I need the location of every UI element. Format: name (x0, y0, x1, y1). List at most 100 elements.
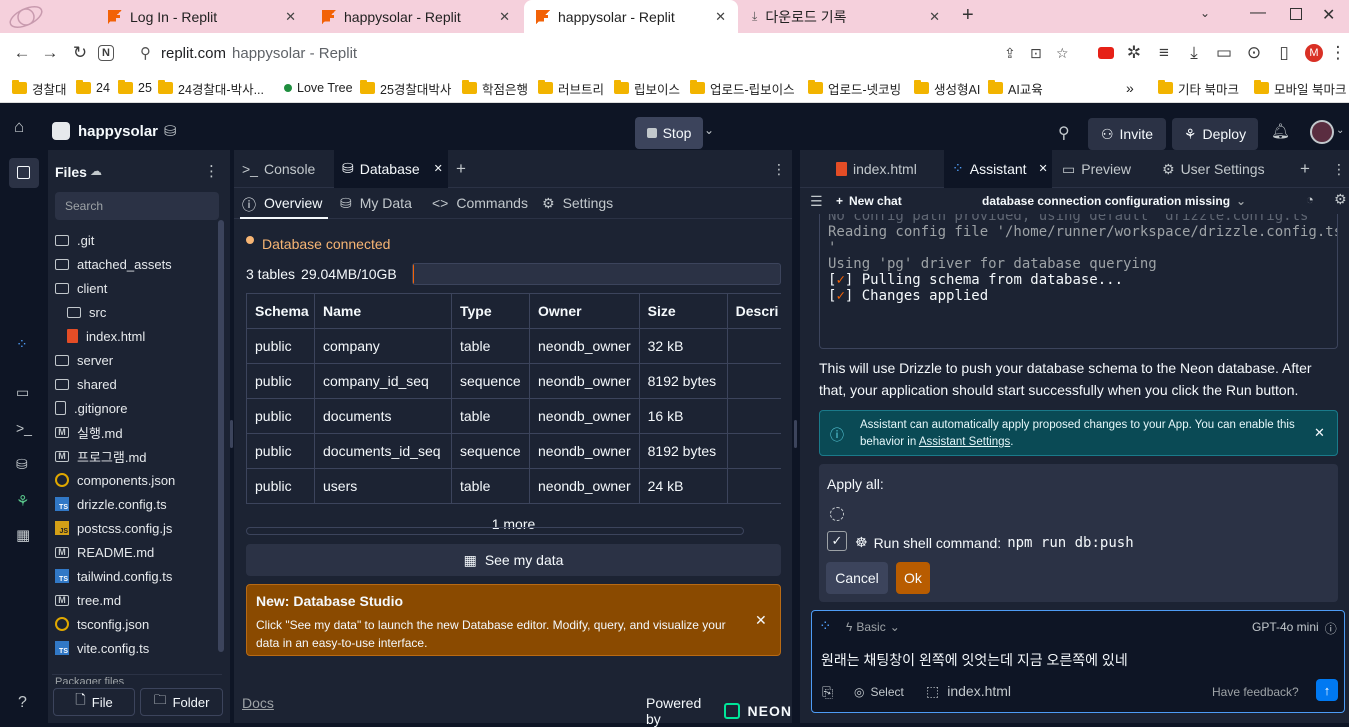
file-tree-item[interactable]: client (55, 276, 107, 300)
close-icon[interactable]: ✕ (1314, 425, 1325, 441)
bookmark-folder[interactable]: 경찰대 (12, 73, 67, 103)
bookmarks-overflow[interactable]: » (1126, 73, 1134, 103)
assistant-settings-link[interactable]: Assistant Settings (919, 436, 1010, 448)
bookmark-folder[interactable]: 모바일 북마크 (1254, 73, 1346, 103)
downloads-icon[interactable]: ⤓ (1182, 41, 1206, 65)
bookmark-folder[interactable]: 25경찰대박사 (360, 73, 451, 103)
chevron-down-icon[interactable]: ⌄ (1336, 125, 1344, 136)
more-options-icon[interactable]: ⋮ (204, 162, 219, 180)
docs-link[interactable]: Docs (242, 695, 274, 711)
bookmark-folder[interactable]: 생성형AI (914, 73, 980, 103)
bookmark-folder[interactable]: AI교육 (988, 73, 1043, 103)
speed-icon[interactable]: ◔ (1306, 192, 1314, 207)
mode-dropdown[interactable]: ϟ Basic ⌄ (846, 620, 900, 634)
invite-button[interactable]: ⚇ Invite (1088, 118, 1166, 150)
tab-index-html[interactable]: index.html (828, 150, 944, 188)
column-header[interactable]: Schema (246, 293, 315, 329)
tab-assistant[interactable]: ⁘ Assistant ✕ (944, 150, 1052, 188)
horizontal-scrollbar[interactable] (246, 527, 744, 535)
back-icon[interactable]: ← (10, 41, 34, 65)
file-tree-item[interactable]: M README.md (55, 540, 154, 564)
select-element-button[interactable]: ◎ Select (854, 685, 904, 699)
new-chat-button[interactable]: + New chat (836, 194, 902, 208)
file-tree-item[interactable]: TS vite.config.ts (55, 636, 149, 660)
sync-icon[interactable]: ☁ (90, 164, 102, 178)
file-tree-item[interactable]: TS tailwind.config.ts (55, 564, 172, 588)
apply-all-checkbox[interactable] (830, 507, 844, 521)
chevron-down-icon[interactable]: ⌄ (704, 123, 714, 137)
more-options-icon[interactable]: ⋮ (1324, 150, 1349, 188)
files-tool-button[interactable] (9, 158, 39, 188)
avatar[interactable]: M (1302, 41, 1326, 65)
youtube-ext-icon[interactable] (1094, 41, 1118, 65)
file-tree-item[interactable]: server (55, 348, 113, 372)
install-icon[interactable]: ⊡ (1030, 45, 1042, 62)
column-header[interactable]: Owner (529, 293, 640, 329)
close-icon[interactable]: ✕ (929, 9, 940, 25)
bookmark-folder[interactable]: 24 (76, 73, 110, 103)
share-icon[interactable]: ⇪ (1004, 45, 1016, 62)
attach-icon[interactable]: ⎘ (822, 684, 833, 701)
bookmark-folder[interactable]: 러브트리 (538, 73, 604, 103)
close-icon[interactable]: ✕ (715, 9, 726, 25)
close-icon[interactable]: ✕ (434, 162, 443, 175)
chat-title-dropdown[interactable]: database connection configuration missin… (982, 194, 1246, 208)
cast-icon[interactable]: ▭ (1212, 41, 1236, 65)
feedback-link[interactable]: Have feedback? (1212, 685, 1299, 699)
tab-console[interactable]: >_ Console (234, 150, 334, 188)
table-row[interactable]: public documents_id_seq sequence neondb_own… (246, 433, 781, 469)
new-tab-icon[interactable]: + (962, 4, 974, 27)
browser-tab-happysolar-2[interactable]: happysolar - Replit ✕ (524, 0, 738, 33)
reading-list-icon[interactable]: ≡ (1152, 41, 1176, 65)
tab-preview[interactable]: ▭ Preview (1054, 150, 1139, 188)
help-icon[interactable]: ? (18, 694, 27, 712)
tab-search-icon[interactable]: ⌄ (1200, 6, 1210, 20)
close-icon[interactable]: ✕ (285, 9, 296, 25)
panel-resize-handle[interactable] (794, 420, 797, 448)
see-my-data-button[interactable]: ▦ See my data (246, 544, 781, 576)
tab-database[interactable]: ⛁ Database ✕ (334, 150, 448, 188)
browser-tab-downloads[interactable]: ⤓ 다운로드 기록 ✕ (740, 0, 952, 33)
deploy-button[interactable]: ⚘ Deploy (1172, 118, 1258, 150)
bookmark-folder[interactable]: 25 (118, 73, 152, 103)
browser-tab-login[interactable]: Log In - Replit ✕ (96, 0, 308, 33)
database-icon[interactable]: ⛁ (164, 122, 177, 140)
agent-icon[interactable]: ⁘ (16, 336, 28, 353)
more-options-icon[interactable]: ⋮ (764, 150, 794, 188)
browser-tab-happysolar-1[interactable]: happysolar - Replit ✕ (310, 0, 522, 33)
extensions-icon[interactable]: ✲ (1122, 41, 1146, 65)
file-tree-item[interactable]: .git (55, 228, 94, 252)
send-button[interactable]: ↑ (1316, 679, 1338, 701)
add-folder-button[interactable]: 🗀︎ Folder (140, 688, 223, 716)
tab-user-settings[interactable]: ⚙ User Settings (1154, 150, 1273, 188)
table-row[interactable]: public company table neondb_owner 32 kB (246, 328, 781, 364)
file-tree-item[interactable]: components.json (55, 468, 175, 492)
all-tools-icon[interactable]: ▦ (16, 526, 30, 544)
file-tree-item[interactable]: src (67, 300, 106, 324)
close-icon[interactable]: ✕ (1039, 162, 1048, 175)
subtab-settings[interactable]: ⚙ Settings (542, 195, 613, 212)
file-tree-item[interactable]: shared (55, 372, 117, 396)
site-info-icon[interactable]: ⚲ (140, 44, 151, 62)
shell-icon[interactable]: >_ (16, 420, 32, 436)
forward-icon[interactable]: → (38, 41, 62, 65)
cancel-button[interactable]: Cancel (826, 562, 888, 594)
table-row[interactable]: public company_id_seq sequence neondb_owner… (246, 363, 781, 399)
panel-resize-handle[interactable] (230, 420, 233, 448)
bookmark-folder[interactable]: 학점은행 (462, 73, 528, 103)
file-tree-item[interactable]: .gitignore (55, 396, 127, 420)
extension-n-icon[interactable]: N (98, 45, 114, 61)
subtab-overview[interactable]: ⓘ Overview (242, 195, 322, 215)
bookmark-star-icon[interactable]: ☆ (1056, 45, 1069, 62)
project-name[interactable]: happysolar (78, 123, 158, 140)
gear-icon[interactable]: ⚙ (1334, 191, 1347, 208)
scrollbar[interactable] (218, 220, 224, 652)
file-tree-item[interactable]: attached_assets (55, 252, 172, 276)
subtab-commands[interactable]: <> Commands (432, 195, 528, 211)
file-tree-item[interactable]: TS drizzle.config.ts (55, 492, 167, 516)
stop-button[interactable]: Stop (635, 117, 703, 149)
preview-icon[interactable]: ▭ (16, 384, 29, 401)
file-tree-item[interactable]: JS postcss.config.js (55, 516, 172, 540)
file-tree-item[interactable]: Mtree.md (55, 588, 121, 612)
column-header[interactable]: Type (451, 293, 530, 329)
